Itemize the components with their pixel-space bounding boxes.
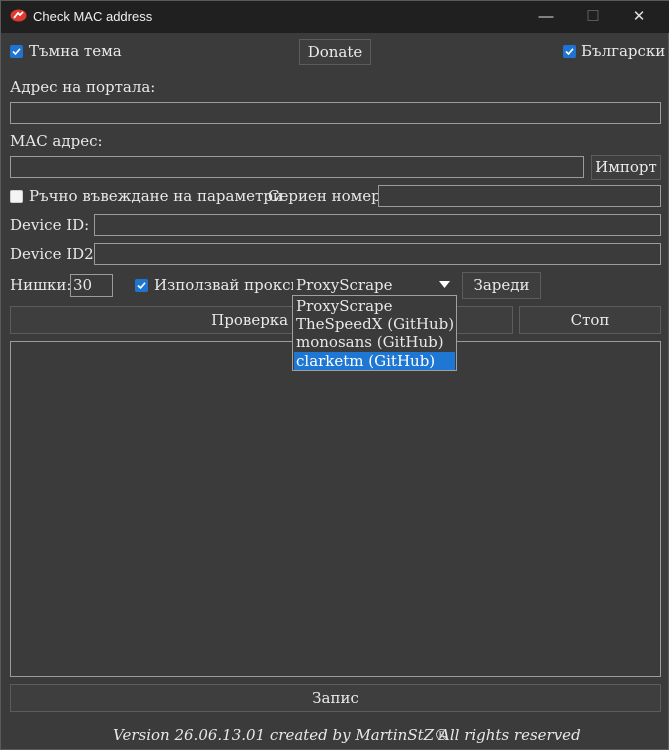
- threads-input[interactable]: 30: [70, 274, 113, 297]
- use-proxy-checkbox[interactable]: [135, 279, 148, 292]
- maximize-button[interactable]: ☐: [570, 1, 616, 33]
- device-id-label: Device ID:: [10, 216, 90, 234]
- serial-number-label: Сериен номер:: [268, 187, 386, 205]
- portal-address-label: Адрес на портала:: [10, 78, 156, 96]
- minimize-icon: —: [538, 8, 554, 25]
- proxy-source-dropdown-list: ProxyScrape TheSpeedX (GitHub) monosans …: [292, 295, 457, 371]
- device-id2-input[interactable]: [94, 243, 661, 265]
- portal-address-input[interactable]: [10, 102, 661, 124]
- checkmark-icon: [12, 48, 21, 56]
- window-title: Check MAC address: [33, 9, 153, 24]
- maximize-icon: ☐: [586, 8, 600, 25]
- dark-theme-label: Тъмна тема: [29, 42, 122, 60]
- mac-address-input[interactable]: [10, 156, 584, 178]
- proxy-option-proxyscrape[interactable]: ProxyScrape: [294, 297, 455, 315]
- proxy-option-thespeedx[interactable]: TheSpeedX (GitHub): [294, 315, 455, 333]
- rights-text: All rights reserved: [439, 726, 581, 744]
- checkmark-icon: [565, 48, 574, 56]
- minimize-button[interactable]: —: [523, 1, 569, 33]
- manual-entry-label: Ръчно въвеждане на параметри: [29, 187, 283, 205]
- title-bar: Check MAC address — ☐ ✕: [1, 1, 669, 33]
- device-id2-label: Device ID2:: [10, 245, 99, 263]
- mac-address-label: MAC адрес:: [10, 132, 103, 150]
- device-id-input[interactable]: [94, 214, 661, 236]
- close-button[interactable]: ✕: [616, 1, 662, 33]
- language-label: Български: [581, 42, 666, 60]
- dropdown-arrow-icon: [439, 281, 450, 288]
- save-button[interactable]: Запис: [10, 684, 661, 712]
- checkmark-icon: [137, 282, 146, 290]
- output-textarea[interactable]: [10, 341, 661, 677]
- use-proxy-label: Използвай прокси: [154, 276, 301, 294]
- language-checkbox[interactable]: [563, 45, 576, 58]
- stop-button[interactable]: Стоп: [519, 306, 661, 334]
- version-text: Version 26.06.13.01 created by MartinStZ…: [113, 726, 450, 744]
- proxy-source-select[interactable]: ProxyScrape: [293, 275, 456, 295]
- threads-label: Нишки:: [10, 276, 72, 294]
- proxy-option-clarketm[interactable]: clarketm (GitHub): [294, 352, 455, 370]
- import-button[interactable]: Импорт: [591, 155, 661, 180]
- load-proxies-button[interactable]: Зареди: [462, 272, 541, 299]
- close-icon: ✕: [632, 8, 646, 25]
- donate-button[interactable]: Donate: [299, 39, 371, 65]
- proxy-option-monosans[interactable]: monosans (GitHub): [294, 333, 455, 351]
- app-window: Check MAC address — ☐ ✕ Тъмна тема Donat…: [0, 0, 669, 750]
- dark-theme-checkbox[interactable]: [10, 45, 23, 58]
- serial-number-input[interactable]: [378, 185, 661, 207]
- manual-entry-checkbox[interactable]: [10, 190, 23, 203]
- proxy-source-value: ProxyScrape: [296, 276, 393, 294]
- app-logo-icon: [10, 9, 27, 22]
